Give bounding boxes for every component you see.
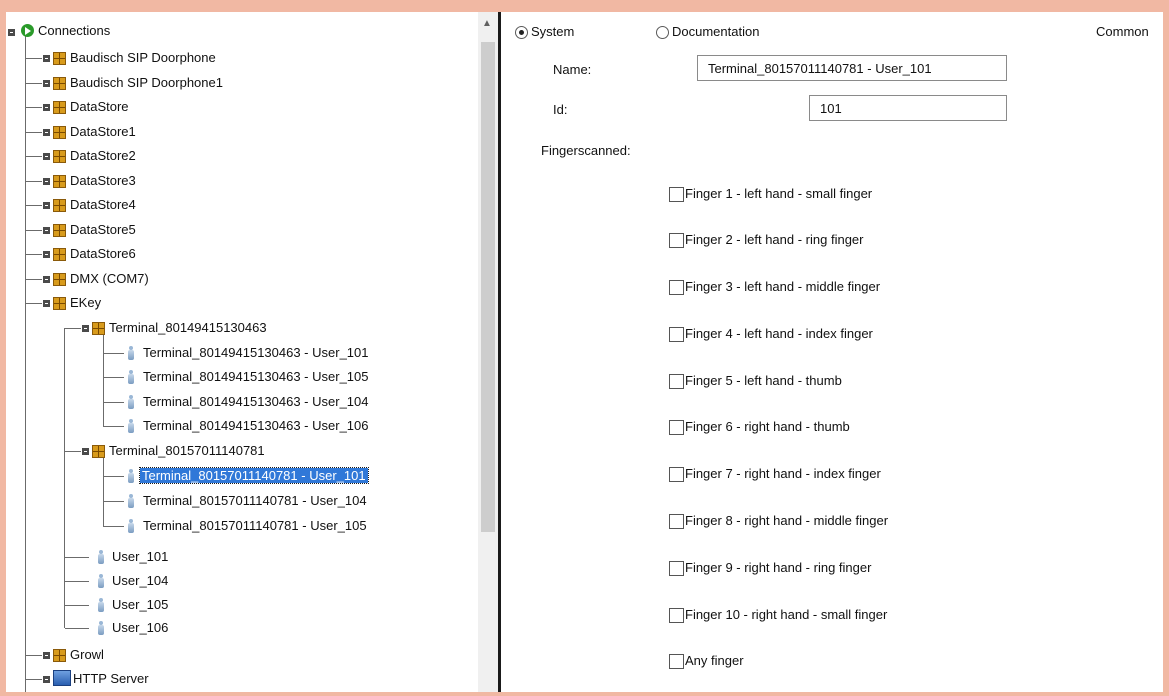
- finger-4-label[interactable]: Finger 4 - left hand - index finger: [685, 326, 873, 341]
- finger-7-label[interactable]: Finger 7 - right hand - index finger: [685, 466, 881, 481]
- finger-5-label[interactable]: Finger 5 - left hand - thumb: [685, 373, 842, 388]
- properties-panel: System Documentation Common Name: Termin…: [501, 12, 1163, 692]
- user-icon: [128, 494, 134, 508]
- finger-9-label[interactable]: Finger 9 - right hand - ring finger: [685, 560, 871, 575]
- user-icon: [128, 346, 134, 360]
- scroll-up-icon[interactable]: ▲: [482, 18, 492, 29]
- main-window: Connections Baudisch SIP Doorphone Baudi…: [6, 12, 1163, 692]
- finger-10-checkbox[interactable]: [669, 608, 684, 623]
- server-icon: [53, 670, 71, 686]
- user-icon: [98, 598, 104, 612]
- finger-8-label[interactable]: Finger 8 - right hand - middle finger: [685, 513, 888, 528]
- finger-9-checkbox[interactable]: [669, 561, 684, 576]
- package-icon: [53, 150, 66, 163]
- radio-system[interactable]: [515, 26, 528, 39]
- tree-line-root: [25, 31, 26, 692]
- connections-tree: Connections Baudisch SIP Doorphone Baudi…: [6, 12, 498, 692]
- user-icon: [128, 469, 134, 483]
- package-icon: [53, 175, 66, 188]
- package-icon: [53, 649, 66, 662]
- expander-dmx[interactable]: [43, 276, 50, 283]
- package-icon: [53, 248, 66, 261]
- finger-1-checkbox[interactable]: [669, 187, 684, 202]
- finger-5-checkbox[interactable]: [669, 374, 684, 389]
- tree-line-terminal-a: [103, 333, 104, 427]
- expander-terminal-a[interactable]: [82, 325, 89, 332]
- package-icon: [53, 199, 66, 212]
- package-icon: [53, 224, 66, 237]
- expander-growl[interactable]: [43, 652, 50, 659]
- radio-documentation-label[interactable]: Documentation: [672, 24, 759, 39]
- id-label: Id:: [553, 102, 568, 117]
- user-icon: [128, 519, 134, 533]
- expander-datastore6[interactable]: [43, 251, 50, 258]
- tree-line-terminal-b: [103, 457, 104, 527]
- scrollbar-thumb[interactable]: [481, 42, 495, 532]
- tree-line-ekey: [64, 328, 65, 628]
- user-icon: [98, 550, 104, 564]
- package-icon: [53, 77, 66, 90]
- fingerscanned-label: Fingerscanned:: [541, 143, 631, 158]
- user-icon: [98, 574, 104, 588]
- user-icon: [128, 370, 134, 384]
- expander-baudisch1[interactable]: [43, 80, 50, 87]
- expander-http-server[interactable]: [43, 676, 50, 683]
- name-label: Name:: [553, 62, 592, 77]
- expander-baudisch[interactable]: [43, 55, 50, 62]
- finger-8-checkbox[interactable]: [669, 514, 684, 529]
- expander-terminal-b[interactable]: [82, 448, 89, 455]
- finger-1-label[interactable]: Finger 1 - left hand - small finger: [685, 186, 872, 201]
- package-icon: [53, 52, 66, 65]
- finger-10-label[interactable]: Finger 10 - right hand - small finger: [685, 607, 887, 622]
- tree-root-label[interactable]: Connections: [38, 23, 110, 38]
- package-icon: [53, 297, 66, 310]
- id-field[interactable]: 101: [809, 95, 1007, 121]
- common-label: Common: [1096, 24, 1149, 39]
- expander-datastore3[interactable]: [43, 178, 50, 185]
- connections-icon: [21, 24, 34, 37]
- expander-connections[interactable]: [8, 29, 15, 36]
- finger-6-checkbox[interactable]: [669, 420, 684, 435]
- name-field[interactable]: Terminal_80157011140781 - User_101: [697, 55, 1007, 81]
- finger-2-checkbox[interactable]: [669, 233, 684, 248]
- finger-6-label[interactable]: Finger 6 - right hand - thumb: [685, 419, 850, 434]
- expander-datastore4[interactable]: [43, 202, 50, 209]
- package-icon: [53, 273, 66, 286]
- user-icon: [98, 621, 104, 635]
- radio-system-label[interactable]: System: [531, 24, 574, 39]
- radio-documentation[interactable]: [656, 26, 669, 39]
- expander-datastore[interactable]: [43, 104, 50, 111]
- user-icon: [128, 395, 134, 409]
- package-icon: [92, 322, 105, 335]
- user-icon: [128, 419, 134, 433]
- expander-datastore1[interactable]: [43, 129, 50, 136]
- any-finger-label[interactable]: Any finger: [685, 653, 744, 668]
- expander-datastore5[interactable]: [43, 227, 50, 234]
- finger-3-label[interactable]: Finger 3 - left hand - middle finger: [685, 279, 880, 294]
- tree-scrollbar[interactable]: ▲: [478, 12, 498, 692]
- package-icon: [53, 101, 66, 114]
- any-finger-checkbox[interactable]: [669, 654, 684, 669]
- finger-4-checkbox[interactable]: [669, 327, 684, 342]
- package-icon: [53, 126, 66, 139]
- package-icon: [92, 445, 105, 458]
- expander-ekey[interactable]: [43, 300, 50, 307]
- finger-7-checkbox[interactable]: [669, 467, 684, 482]
- expander-datastore2[interactable]: [43, 153, 50, 160]
- finger-3-checkbox[interactable]: [669, 280, 684, 295]
- finger-2-label[interactable]: Finger 2 - left hand - ring finger: [685, 232, 863, 247]
